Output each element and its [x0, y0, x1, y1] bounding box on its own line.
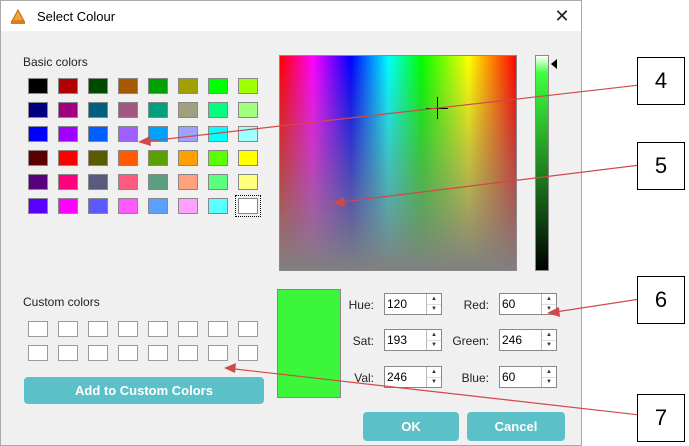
arrowhead-icon — [224, 363, 236, 373]
annotation-arrow-5 — [333, 164, 641, 204]
arrowhead-icon — [547, 307, 560, 317]
annotation-arrow-4 — [139, 84, 641, 143]
callout-7: 7 — [637, 394, 685, 442]
callout-6: 6 — [637, 276, 685, 324]
arrowhead-icon — [332, 197, 345, 207]
callout-5: 5 — [637, 142, 685, 190]
annotation-arrow-6 — [548, 298, 641, 314]
callout-4: 4 — [637, 57, 685, 105]
arrowhead-icon — [138, 136, 151, 146]
annotation-arrow-7 — [225, 367, 641, 416]
annotation-arrows — [138, 84, 641, 416]
